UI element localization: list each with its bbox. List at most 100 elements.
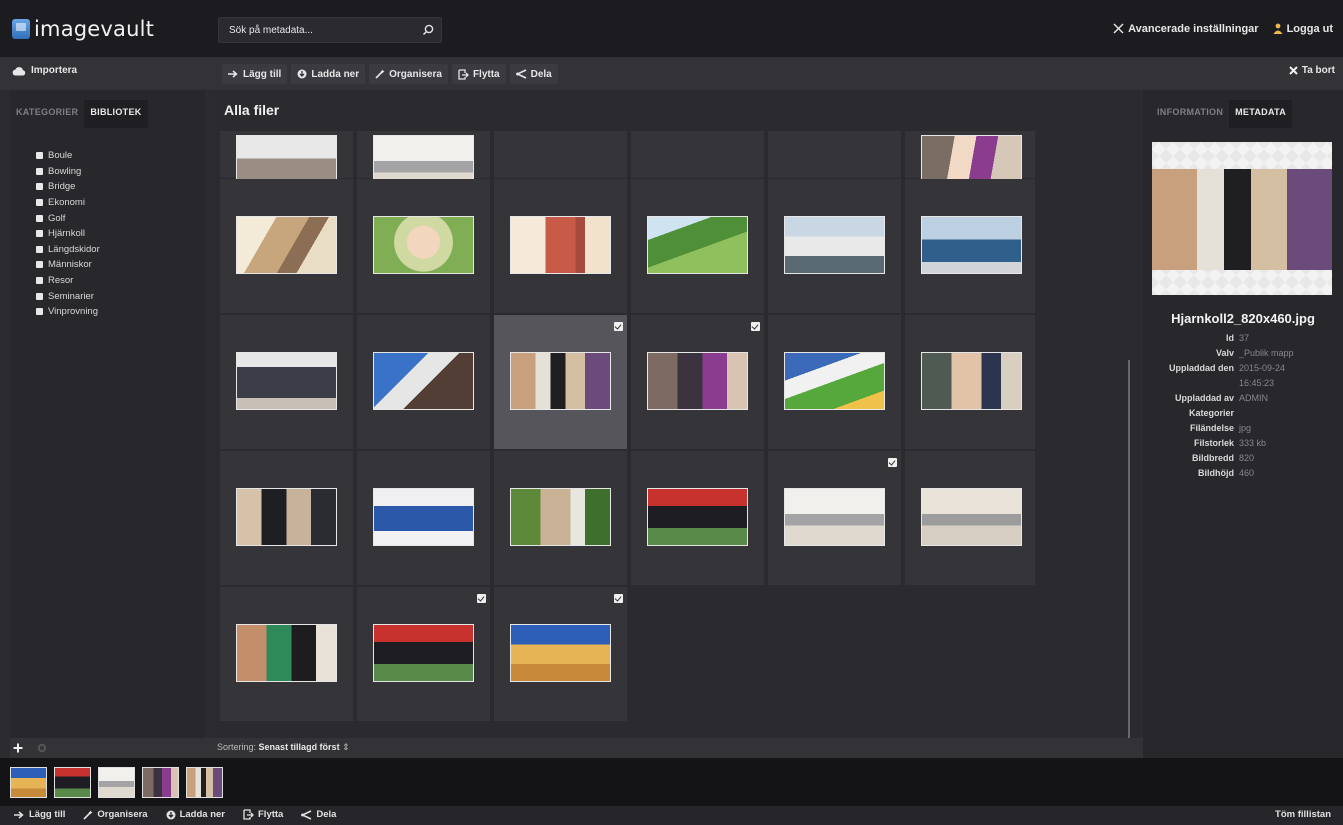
file-tile[interactable] <box>768 179 902 314</box>
file-tile[interactable] <box>905 131 1035 193</box>
category-checkbox[interactable] <box>36 245 43 253</box>
download-button[interactable]: Ladda ner <box>291 64 366 84</box>
file-thumbnail <box>510 624 611 682</box>
file-tile[interactable] <box>768 315 902 450</box>
file-tile[interactable] <box>631 451 765 586</box>
basket-thumbnail[interactable] <box>10 767 47 798</box>
basket-thumbnail[interactable] <box>98 767 135 798</box>
selected-check-icon[interactable] <box>751 322 760 331</box>
file-thumbnail <box>236 488 337 546</box>
right-tabs: INFORMATION METADATA <box>1143 90 1343 128</box>
gear-icon[interactable] <box>37 743 47 753</box>
category-checkbox[interactable] <box>36 183 43 191</box>
file-tile[interactable] <box>357 131 491 193</box>
organize-button[interactable]: Organisera <box>369 64 448 84</box>
file-tile[interactable] <box>220 451 354 586</box>
file-tile[interactable] <box>220 131 354 193</box>
metadata-value: 37 <box>1239 333 1250 343</box>
logout-label: Logga ut <box>1286 22 1333 35</box>
grid-scrollbar[interactable] <box>1128 360 1130 738</box>
search-button[interactable] <box>415 18 441 42</box>
category-checkbox[interactable] <box>36 214 43 222</box>
tab-information[interactable]: INFORMATION <box>1151 100 1229 128</box>
advanced-settings-link[interactable]: Avancerade inställningar <box>1113 23 1259 35</box>
category-item[interactable]: Människor <box>36 257 100 273</box>
import-button[interactable]: Importera <box>12 65 77 76</box>
sort-control[interactable]: Sortering: Senast tillagd först ⇕ <box>217 742 350 753</box>
file-tile[interactable] <box>905 451 1035 586</box>
empty-basket-button[interactable]: Töm fillistan <box>1275 809 1331 820</box>
move-button[interactable]: Flytta <box>451 64 506 84</box>
file-thumbnail <box>373 624 474 682</box>
search-input[interactable]: Sök på metadata... <box>219 25 415 36</box>
file-tile[interactable] <box>494 179 628 314</box>
basket-download-button[interactable]: Ladda ner <box>166 809 225 820</box>
category-checkbox[interactable] <box>36 292 43 300</box>
tab-library[interactable]: BIBLIOTEK <box>84 100 148 128</box>
basket-thumbnail[interactable] <box>142 767 179 798</box>
basket-organize-button[interactable]: Organisera <box>83 809 148 820</box>
file-tile[interactable] <box>220 179 354 314</box>
category-checkbox[interactable] <box>36 167 43 175</box>
file-tile[interactable] <box>357 451 491 586</box>
category-item[interactable]: Hjärnkoll <box>36 226 100 242</box>
tab-metadata[interactable]: METADATA <box>1229 100 1293 128</box>
metadata-row: Valv _Publik mapp <box>1143 346 1343 361</box>
file-tile[interactable] <box>220 587 354 721</box>
basket-move-button[interactable]: Flytta <box>243 809 283 820</box>
add-button[interactable]: Lägg till <box>222 64 288 84</box>
metadata-row: Bildbredd 820 <box>1143 451 1343 466</box>
selected-check-icon[interactable] <box>614 594 623 603</box>
category-item[interactable]: Bowling <box>36 164 100 180</box>
category-checkbox[interactable] <box>36 152 43 160</box>
file-tile[interactable] <box>357 315 491 450</box>
category-checkbox[interactable] <box>36 230 43 238</box>
file-tile[interactable] <box>905 179 1035 314</box>
category-item[interactable]: Boule <box>36 148 100 164</box>
category-item[interactable]: Bridge <box>36 179 100 195</box>
metadata-label: Filstorlek <box>1193 438 1234 448</box>
basket-share-button[interactable]: Dela <box>301 809 336 820</box>
category-item[interactable]: Ekonomi <box>36 195 100 211</box>
selected-check-icon[interactable] <box>477 594 486 603</box>
logo[interactable]: imagevault <box>12 17 212 41</box>
logout-link[interactable]: Logga ut <box>1273 23 1333 35</box>
category-item[interactable]: Längdskidor <box>36 242 100 258</box>
file-tile[interactable] <box>220 315 354 450</box>
basket-thumbnail[interactable] <box>186 767 223 798</box>
file-tile[interactable] <box>768 451 902 586</box>
basket-add-button[interactable]: Lägg till <box>14 809 65 820</box>
organize-label: Organisera <box>389 68 442 80</box>
basket-organize-label: Organisera <box>97 809 148 820</box>
file-tile[interactable] <box>494 315 628 450</box>
category-checkbox[interactable] <box>36 261 43 269</box>
plus-icon[interactable] <box>13 743 23 753</box>
file-tile[interactable] <box>631 315 765 450</box>
add-label: Lägg till <box>243 68 282 80</box>
file-tile[interactable] <box>494 131 628 179</box>
selected-check-icon[interactable] <box>614 322 623 331</box>
basket-thumbnail[interactable] <box>54 767 91 798</box>
search-icon <box>422 24 434 36</box>
delete-button[interactable]: Ta bort <box>1289 65 1335 76</box>
file-thumbnail <box>784 488 885 546</box>
share-button[interactable]: Dela <box>509 64 558 84</box>
category-item[interactable]: Seminarier <box>36 288 100 304</box>
file-tile[interactable] <box>768 131 902 179</box>
category-checkbox[interactable] <box>36 199 43 207</box>
selected-check-icon[interactable] <box>888 458 897 467</box>
metadata-row: Kategorier <box>1143 406 1343 421</box>
category-item[interactable]: Vinprovning <box>36 304 100 320</box>
file-tile[interactable] <box>631 179 765 314</box>
category-item[interactable]: Golf <box>36 210 100 226</box>
file-tile[interactable] <box>357 179 491 314</box>
category-checkbox[interactable] <box>36 277 43 285</box>
category-checkbox[interactable] <box>36 308 43 316</box>
category-item[interactable]: Resor <box>36 273 100 289</box>
file-tile[interactable] <box>357 587 491 721</box>
file-tile[interactable] <box>494 451 628 586</box>
file-tile[interactable] <box>905 315 1035 450</box>
tab-categories[interactable]: KATEGORIER <box>10 100 84 128</box>
file-tile[interactable] <box>631 131 765 179</box>
file-tile[interactable] <box>494 587 628 721</box>
